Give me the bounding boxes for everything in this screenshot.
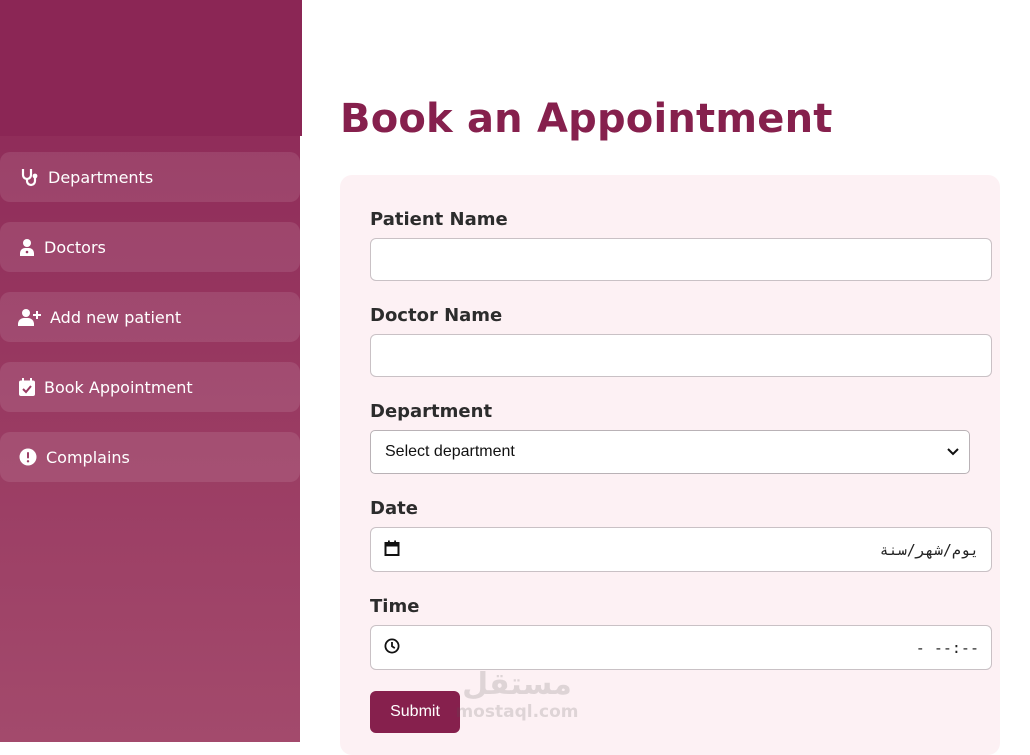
doctor-name-input[interactable] (370, 334, 992, 377)
date-input[interactable]: يوم/شهر/سنة (370, 527, 992, 572)
calendar-icon[interactable] (384, 540, 400, 560)
sidebar-item-label: Book Appointment (44, 377, 193, 397)
clock-icon[interactable] (384, 638, 400, 658)
user-plus-icon (18, 306, 42, 328)
chevron-down-icon (947, 443, 959, 461)
sidebar-item-label: Complains (46, 447, 130, 467)
time-label: Time (370, 596, 420, 617)
sidebar-item-label: Doctors (44, 237, 106, 257)
patient-name-input[interactable] (370, 238, 992, 281)
doctor-name-label: Doctor Name (370, 305, 503, 326)
sidebar-header (0, 0, 302, 136)
stethoscope-icon (18, 166, 40, 188)
sidebar-item-label: Add new patient (50, 307, 182, 327)
sidebar-item-departments[interactable]: Departments (0, 152, 300, 202)
date-label: Date (370, 498, 418, 519)
submit-button[interactable]: Submit (370, 691, 460, 733)
time-input[interactable]: --:-- - (370, 625, 992, 670)
department-selected-value: Select department (385, 443, 515, 460)
sidebar-item-label: Departments (48, 167, 154, 187)
sidebar: Departments Doctors Add new patient Book… (0, 0, 302, 742)
department-label: Department (370, 401, 493, 422)
sidebar-item-add-new-patient[interactable]: Add new patient (0, 292, 300, 342)
calendar-check-icon (18, 376, 36, 398)
user-doctor-icon (18, 236, 36, 258)
patient-name-label: Patient Name (370, 209, 508, 230)
sidebar-item-doctors[interactable]: Doctors (0, 222, 300, 272)
sidebar-item-book-appointment[interactable]: Book Appointment (0, 362, 300, 412)
time-placeholder: --:-- - (915, 638, 979, 657)
exclamation-circle-icon (18, 446, 38, 468)
sidebar-item-complains[interactable]: Complains (0, 432, 300, 482)
date-placeholder: يوم/شهر/سنة (879, 540, 979, 559)
department-select[interactable]: Select department (370, 430, 970, 474)
page-title: Book an Appointment (340, 96, 833, 142)
